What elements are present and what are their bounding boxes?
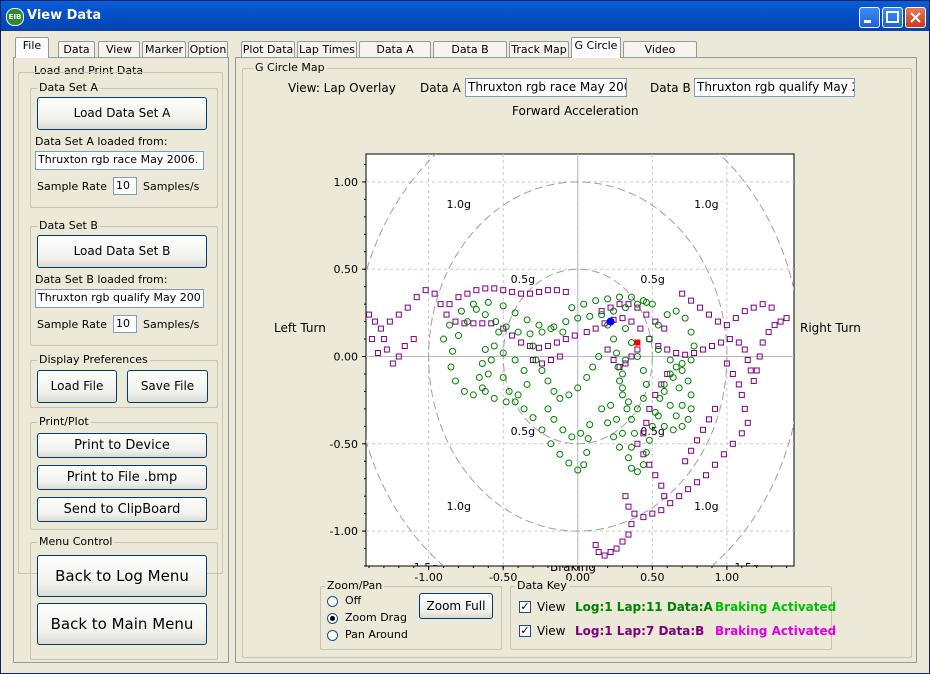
data-set-a-loaded-label: Data Set A loaded from: [35,135,168,148]
client-area: File Data View Marker Option Load and Pr… [5,31,925,671]
load-data-set-a-button[interactable]: Load Data Set A [37,97,207,130]
data-set-b-rate-label: Sample Rate [37,318,107,331]
view-b-checkbox[interactable]: ✓ [519,625,531,637]
menu-control-group: Menu Control Back to Log Menu Back to Ma… [30,536,218,660]
g-circle-chart[interactable]: 0.5g0.5g0.5g0.5g1.0g1.0g1.0g1.0g1.5g1.5g… [236,58,918,598]
file-tab-panel: Load and Print Data Data Set A Load Data… [13,57,229,663]
window-title: View Data [27,8,102,23]
data-set-a-rate-unit: Samples/s [143,180,200,193]
data-a-position-marker [606,317,615,326]
data-set-b-group: Data Set B Load Data Set B Data Set B lo… [30,220,218,346]
send-to-clipboard-button[interactable]: Send to ClipBoard [37,497,207,522]
zoom-pan-group: Zoom/Pan Off Zoom Drag Pan Around Zoom F… [320,580,502,650]
tab-g-circle[interactable]: G Circle [571,37,621,58]
minimize-button[interactable] [859,7,880,28]
zoom-pan-title: Zoom/Pan [325,579,385,592]
view-data-window: EIB View Data File Data View Marker Opti… [0,0,930,674]
close-icon [910,12,921,23]
ring-label: 1.0g [447,198,471,211]
minimize-icon [864,20,871,23]
view-b-label: View [537,624,566,638]
plot-area [365,153,795,567]
data-key-title: Data Key [515,579,569,592]
back-to-log-menu-button[interactable]: Back to Log Menu [37,555,207,597]
tab-file[interactable]: File [15,37,49,58]
zoom-drag-label: Zoom Drag [345,611,407,624]
maximize-button[interactable] [882,7,903,28]
ring-label: 0.5g [511,425,535,438]
maximize-icon [886,11,899,23]
data-set-a-title: Data Set A [37,81,100,94]
zoom-full-button[interactable]: Zoom Full [419,593,493,619]
data-key-group: Data Key ✓ View Log:1 Lap:11 Data:A Brak… [510,580,836,650]
x-tick-label: 1.00 [715,571,740,584]
x-tick-label: 0.00 [566,571,591,584]
print-to-file-button[interactable]: Print to File .bmp [37,465,207,490]
y-tick-label: 1.00 [334,176,359,189]
y-tick-label: 0.50 [334,263,359,276]
y-tick-label: -1.00 [330,525,358,538]
pan-around-label: Pan Around [345,628,408,641]
y-tick-label: 0.00 [334,351,359,364]
ring-label: 1.0g [694,198,718,211]
print-to-device-button[interactable]: Print to Device [37,433,207,458]
zoom-drag-radio[interactable] [327,613,338,624]
data-set-a-rate-label: Sample Rate [37,180,107,193]
data-b-info: Log:1 Lap:7 Data:B [575,624,705,638]
view-a-checkbox[interactable]: ✓ [519,601,531,613]
app-logo-icon: EIB [6,8,24,26]
data-set-b-rate-field[interactable]: 10 [113,315,137,333]
ring-label: 0.5g [640,273,664,286]
data-a-info: Log:1 Lap:11 Data:A [575,600,713,614]
data-b-status: Braking Activated [715,624,837,638]
title-bar[interactable]: EIB View Data [1,1,929,31]
pan-around-radio[interactable] [327,630,338,641]
x-tick-label: -1.00 [414,571,442,584]
x-tick-label: -0.50 [489,571,517,584]
data-set-a-loaded-field[interactable]: Thruxton rgb race May 2006. [35,151,204,170]
g-circle-panel: G Circle Map View: Lap Overlay Data A Th… [235,57,917,663]
display-prefs-title: Display Preferences [37,353,150,366]
display-prefs-group: Display Preferences Load File Save File [30,354,218,408]
load-file-button[interactable]: Load File [37,370,117,403]
view-a-label: View [537,600,566,614]
ring-label: 0.5g [511,273,535,286]
data-set-b-title: Data Set B [37,219,100,232]
zoom-off-label: Off [345,594,362,607]
data-set-b-rate-unit: Samples/s [143,318,200,331]
ring-label: 1.0g [694,500,718,513]
load-data-set-b-button[interactable]: Load Data Set B [37,235,207,268]
ring-label: 1.5g [734,137,758,150]
data-set-b-loaded-field[interactable]: Thruxton rgb qualify May 200 [35,289,204,308]
data-b-position-marker [634,339,641,346]
data-set-a-rate-field[interactable]: 10 [113,177,137,195]
ring-label: 1.0g [447,500,471,513]
y-tick-label: -0.50 [330,438,358,451]
data-set-b-loaded-label: Data Set B loaded from: [35,273,168,286]
menu-control-title: Menu Control [37,535,115,548]
data-a-status: Braking Activated [715,600,837,614]
x-tick-label: 0.50 [640,571,665,584]
back-to-main-menu-button[interactable]: Back to Main Menu [37,603,207,645]
print-plot-group: Print/Plot Print to Device Print to File… [30,416,218,530]
data-set-a-group: Data Set A Load Data Set A Data Set A lo… [30,82,218,208]
ring-label: 1.5g [414,137,438,150]
close-button[interactable] [905,7,926,28]
zoom-off-radio[interactable] [327,596,338,607]
print-plot-title: Print/Plot [37,415,91,428]
save-file-button[interactable]: Save File [127,370,208,403]
